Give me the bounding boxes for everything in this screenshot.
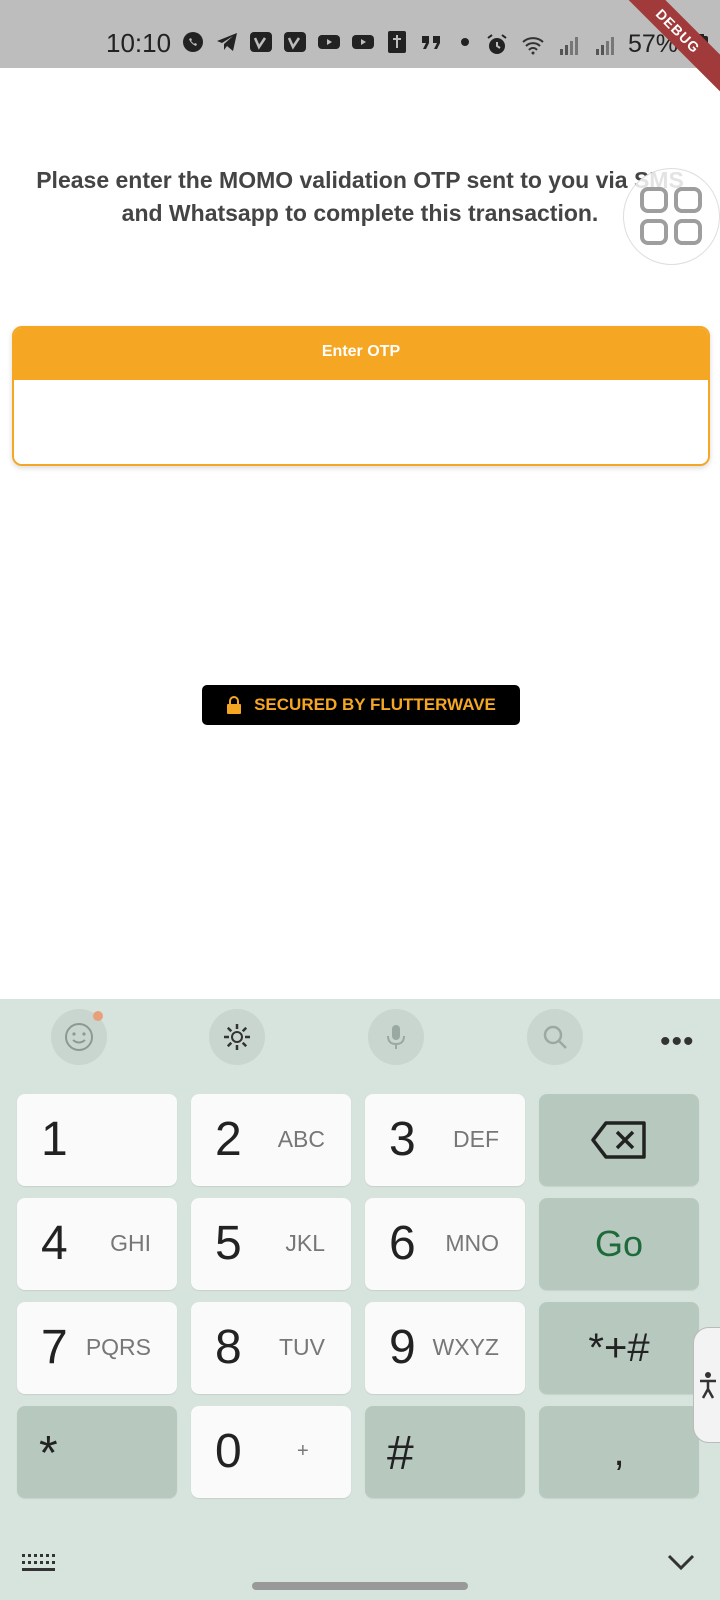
mic-icon [387,1025,405,1049]
backspace-icon [591,1121,646,1159]
otp-card-header: Enter OTP [14,328,708,380]
otp-input[interactable] [14,380,708,464]
key-2[interactable]: 2 ABC [191,1094,351,1186]
key-digit: 5 [215,1217,242,1270]
signal-icon [556,33,582,57]
key-digit: 6 [389,1217,416,1270]
notification-dot [93,1011,103,1021]
youtube-icon [350,30,376,54]
settings-icon [224,1024,250,1050]
hash-key[interactable]: # [365,1406,525,1498]
star-key[interactable]: * [17,1406,177,1498]
key-digit: 8 [215,1321,242,1374]
key-letters: DEF [453,1126,499,1152]
lock-icon [227,696,242,714]
key-1[interactable]: 1 [17,1094,177,1186]
floating-apps-button[interactable] [623,168,720,265]
comma-label: , [613,1429,625,1474]
more-icon[interactable]: ••• [660,1025,695,1059]
accessibility-icon [700,1372,716,1399]
hash-label: # [387,1427,414,1480]
key-7[interactable]: 7 PQRS [17,1302,177,1394]
key-9[interactable]: 9 WXYZ [365,1302,525,1394]
search-button[interactable] [527,1009,583,1065]
otp-card: Enter OTP [12,326,710,466]
key-digit: 3 [389,1113,416,1166]
alarm-icon [484,33,510,57]
keyboard-switch-icon[interactable] [22,1554,56,1574]
key-letters: TUV [279,1334,325,1360]
key-3[interactable]: 3 DEF [365,1094,525,1186]
go-key[interactable]: Go [539,1198,699,1290]
key-letters: + [297,1440,309,1462]
status-bar: 10:10 57% [0,0,720,68]
star-label: * [39,1427,58,1480]
key-letters: JKL [285,1230,325,1256]
key-letters: GHI [110,1230,151,1256]
key-letters: ABC [277,1126,325,1152]
key-digit: 9 [389,1321,416,1374]
key-6[interactable]: 6 MNO [365,1198,525,1290]
key-letters: MNO [445,1230,499,1256]
go-label: Go [594,1223,644,1264]
key-digit: 7 [41,1321,68,1374]
search-icon [543,1025,567,1049]
chevron-down-icon[interactable] [666,1552,696,1572]
key-0[interactable]: 0 + [191,1406,351,1498]
mic-button[interactable] [368,1009,424,1065]
vimeo-icon [282,30,308,54]
secured-label: SECURED BY FLUTTERWAVE [254,695,496,714]
key-digit: 0 [215,1425,242,1478]
signal-icon [592,33,618,57]
emoji-button[interactable] [51,1009,107,1065]
key-letters: WXYZ [432,1334,499,1360]
youtube-icon [316,30,342,54]
numeric-keyboard: ••• 1 2 ABC 3 DEF 4 GHI 5 JKL 6 MNO Go 7 [0,999,720,1600]
key-letters: PQRS [85,1334,151,1360]
home-indicator[interactable] [252,1582,468,1590]
key-5[interactable]: 5 JKL [191,1198,351,1290]
bible-icon [384,30,410,54]
symbols-label: *+# [588,1325,650,1370]
emoji-icon [65,1023,93,1051]
whatsapp-icon [180,30,206,54]
backspace-key[interactable] [539,1094,699,1186]
vimeo-icon [248,30,274,54]
status-time: 10:10 [106,28,172,58]
telegram-icon [214,30,240,54]
dot-icon [452,30,478,54]
key-4[interactable]: 4 GHI [17,1198,177,1290]
key-digit: 1 [41,1113,68,1166]
comma-key[interactable]: , [539,1406,699,1498]
keyboard-toolbar: ••• [0,999,720,1075]
grid-icon [640,187,702,245]
accessibility-handle[interactable] [693,1327,720,1443]
key-digit: 4 [41,1217,68,1270]
otp-instruction: Please enter the MOMO validation OTP sen… [36,167,684,226]
key-8[interactable]: 8 TUV [191,1302,351,1394]
settings-button[interactable] [209,1009,265,1065]
key-digit: 2 [215,1113,242,1166]
wifi-icon [520,33,546,57]
quote-icon [418,30,444,54]
notification-icons [180,30,478,54]
secured-badge: SECURED BY FLUTTERWAVE [202,685,520,725]
symbols-key[interactable]: *+# [539,1302,699,1394]
